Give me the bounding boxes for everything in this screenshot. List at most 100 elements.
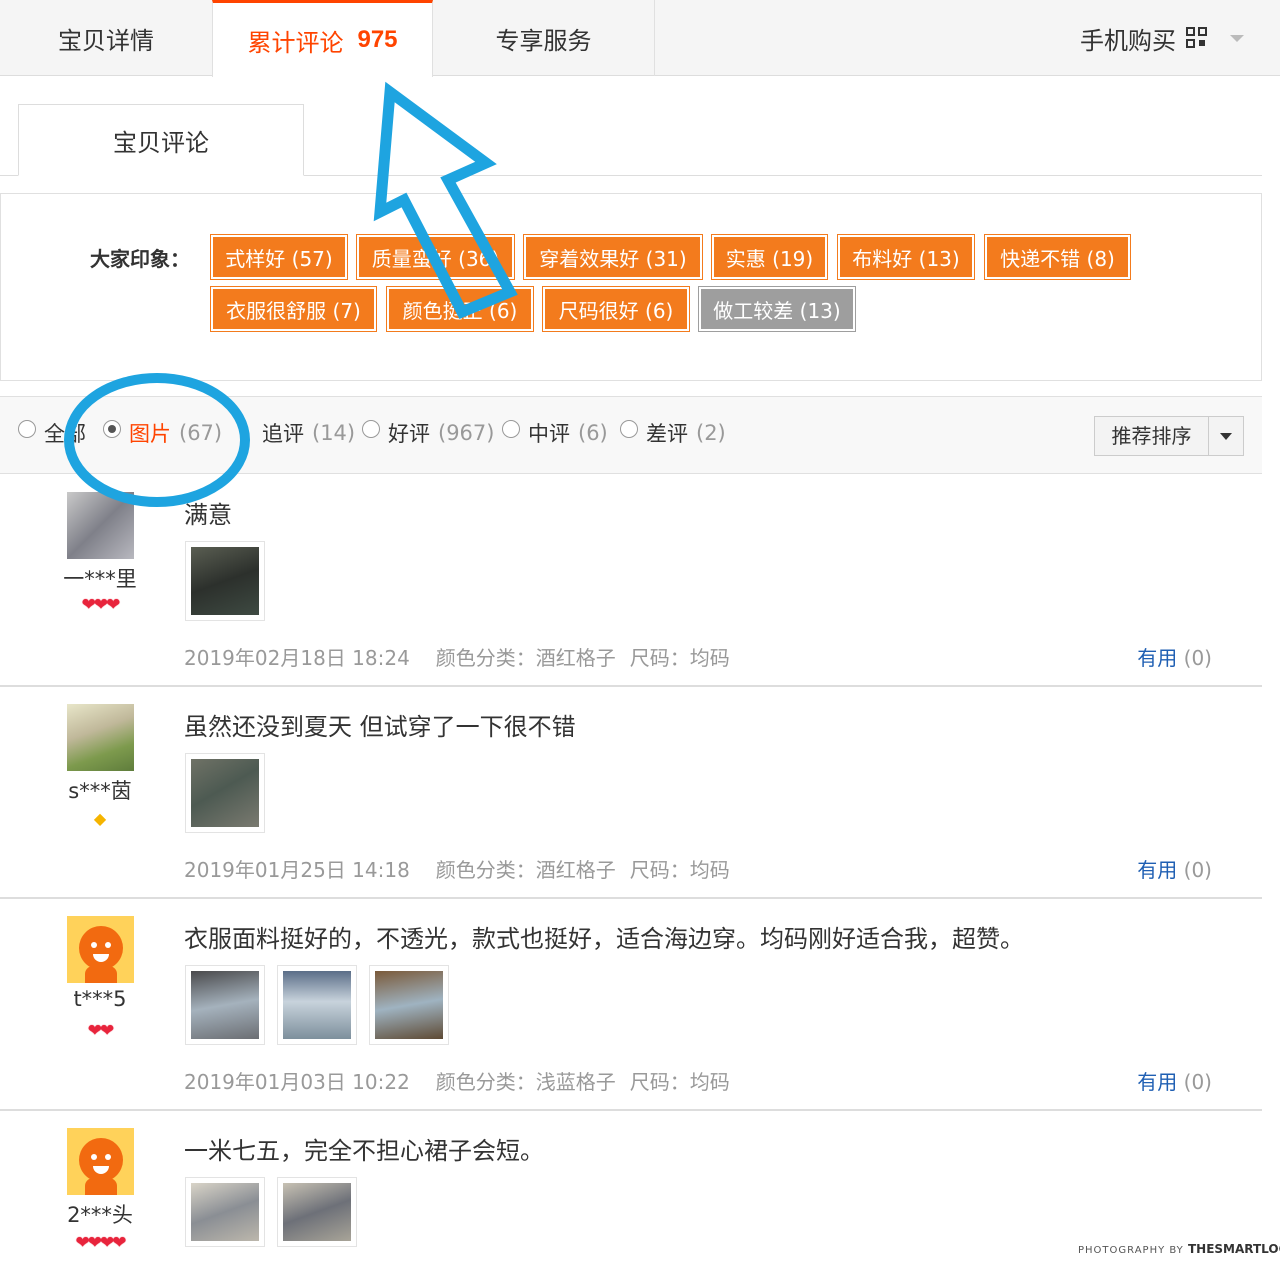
avatar[interactable] — [67, 916, 134, 983]
sort-label: 推荐排序 — [1095, 417, 1209, 455]
filter-followup-count: (14) — [312, 421, 356, 445]
chevron-down-icon — [1230, 34, 1244, 42]
review-text: 满意 — [184, 501, 232, 529]
heart-level-icon: ❤❤❤ — [81, 595, 121, 615]
impression-tag[interactable]: 颜色挺正 (6) — [386, 286, 534, 332]
useful-count: (0) — [1183, 646, 1212, 670]
review-photo-thumb[interactable] — [185, 541, 265, 621]
top-tab-bar: 宝贝详情 累计评论 975 专享服务 手机购买 — [0, 0, 1280, 77]
filter-neutral[interactable]: 中评 (6) — [502, 418, 608, 448]
sort-dropdown[interactable]: 推荐排序 — [1094, 416, 1244, 456]
impression-tag[interactable]: 实惠 (19) — [711, 234, 828, 280]
review-meta: 2019年01月03日 10:22 颜色分类：浅蓝格子 尺码：均码 — [184, 1066, 756, 1095]
review-photos — [185, 965, 449, 1045]
review-item: t***5 ❤❤ 衣服面料挺好的，不透光，款式也挺好，适合海边穿。均码刚好适合我… — [0, 899, 1262, 1111]
filter-bad[interactable]: 差评 (2) — [620, 418, 726, 448]
reviewer-name: 2***头 — [67, 1203, 133, 1227]
avatar[interactable] — [67, 1128, 134, 1195]
review-meta: 2019年02月18日 18:24 颜色分类：酒红格子 尺码：均码 — [184, 642, 756, 671]
filter-followup[interactable]: 追评 (14) — [236, 418, 355, 448]
radio-selected-icon — [103, 420, 121, 438]
useful-link[interactable]: 有用 — [1137, 646, 1177, 670]
filter-bad-label: 差评 — [646, 422, 688, 446]
filter-neutral-label: 中评 — [528, 422, 570, 446]
filter-pictures-count: (67) — [179, 421, 223, 445]
filter-neutral-count: (6) — [578, 421, 608, 445]
useful-count: (0) — [1183, 858, 1212, 882]
review-size-option: 尺码：均码 — [629, 1070, 730, 1094]
impression-tag[interactable]: 式样好 (57) — [210, 234, 348, 280]
avatar[interactable] — [67, 492, 134, 559]
radio-icon — [502, 420, 520, 438]
radio-icon — [362, 420, 380, 438]
review-photo-thumb[interactable] — [369, 965, 449, 1045]
radio-icon — [18, 420, 36, 438]
tab-details-label: 宝贝详情 — [58, 26, 154, 55]
review-size-option: 尺码：均码 — [629, 646, 730, 670]
review-date: 2019年01月25日 14:18 — [184, 858, 410, 882]
impression-tag[interactable]: 质量蛮好 (36) — [356, 234, 515, 280]
review-photos — [185, 753, 265, 833]
tab-product-reviews[interactable]: 宝贝评论 — [18, 104, 304, 176]
mobile-purchase[interactable]: 手机购买 — [1080, 0, 1244, 76]
review-color-option: 颜色分类：浅蓝格子 — [435, 1070, 616, 1094]
review-text: 一米七五，完全不担心裙子会短。 — [184, 1137, 544, 1165]
review-item: 2***头 ❤❤❤❤ 一米七五，完全不担心裙子会短。 — [0, 1111, 1262, 1261]
tab-reviews-label: 累计评论 — [247, 28, 344, 57]
watermark-brand: THESMARTLOCAL — [1187, 1242, 1280, 1256]
radio-icon — [620, 420, 638, 438]
tab-reviews[interactable]: 累计评论 975 — [212, 0, 433, 77]
impression-tag[interactable]: 衣服很舒服 (7) — [210, 286, 377, 332]
subtab-label: 宝贝评论 — [113, 128, 209, 157]
useful-vote: 有用 (0) — [1137, 1066, 1212, 1095]
review-size-option: 尺码：均码 — [629, 858, 730, 882]
review-color-option: 颜色分类：酒红格子 — [435, 858, 616, 882]
review-photo-thumb[interactable] — [185, 753, 265, 833]
reviewer-name: s***茵 — [68, 779, 132, 803]
filter-all-label: 全部 — [44, 422, 86, 446]
review-photo-thumb[interactable] — [185, 1177, 265, 1247]
filter-all[interactable]: 全部 — [18, 418, 86, 448]
review-photo-thumb[interactable] — [277, 965, 357, 1045]
diamond-level-icon: ◆ — [93, 809, 107, 828]
review-photos — [185, 1177, 357, 1247]
filter-bad-count: (2) — [696, 421, 726, 445]
filter-followup-label: 追评 — [262, 422, 304, 446]
tab-service-label: 专享服务 — [495, 26, 592, 55]
review-photo-thumb[interactable] — [277, 1177, 357, 1247]
useful-vote: 有用 (0) — [1137, 642, 1212, 671]
review-count: 975 — [357, 26, 398, 53]
impression-tag[interactable]: 尺码很好 (6) — [542, 286, 690, 332]
impression-tag[interactable]: 快递不错 (8) — [984, 234, 1131, 280]
useful-link[interactable]: 有用 — [1137, 1070, 1177, 1094]
reviewer-name: 一***里 — [63, 567, 137, 591]
useful-link[interactable]: 有用 — [1137, 858, 1177, 882]
qr-code-icon — [1186, 27, 1208, 49]
impression-tag[interactable]: 穿着效果好 (31) — [523, 234, 703, 280]
review-text: 衣服面料挺好的，不透光，款式也挺好，适合海边穿。均码刚好适合我，超赞。 — [184, 925, 1024, 953]
review-date: 2019年01月03日 10:22 — [184, 1070, 410, 1094]
review-color-option: 颜色分类：酒红格子 — [435, 646, 616, 670]
filter-pictures[interactable]: 图片 (67) — [103, 418, 222, 448]
avatar[interactable] — [67, 704, 134, 771]
impression-tag[interactable]: 布料好 (13) — [837, 234, 975, 280]
review-photo-thumb[interactable] — [185, 965, 265, 1045]
heart-level-icon: ❤❤❤❤ — [75, 1233, 127, 1253]
filter-good-label: 好评 — [388, 422, 430, 446]
tab-item-details[interactable]: 宝贝详情 — [0, 0, 213, 76]
review-item: s***茵 ◆ 虽然还没到夏天 但试穿了一下很不错 2019年01月25日 14… — [0, 687, 1262, 899]
review-photos — [185, 541, 265, 621]
impression-tag-negative[interactable]: 做工较差 (13) — [698, 286, 856, 332]
filter-good[interactable]: 好评 (967) — [362, 418, 494, 448]
review-meta: 2019年01月25日 14:18 颜色分类：酒红格子 尺码：均码 — [184, 854, 756, 883]
useful-count: (0) — [1183, 1070, 1212, 1094]
filter-pictures-label: 图片 — [129, 422, 171, 446]
useful-vote: 有用 (0) — [1137, 854, 1212, 883]
review-item: 一***里 ❤❤❤ 满意 2019年02月18日 18:24 颜色分类：酒红格子尺… — [0, 475, 1262, 687]
watermark: PHOTOGRAPHY BY THESMARTLOCAL — [1078, 1242, 1280, 1256]
tab-service[interactable]: 专享服务 — [433, 0, 655, 76]
dropdown-arrow-icon[interactable] — [1209, 432, 1243, 440]
filter-good-count: (967) — [438, 421, 495, 445]
watermark-prefix: PHOTOGRAPHY BY — [1078, 1245, 1184, 1256]
review-date: 2019年02月18日 18:24 — [184, 646, 410, 670]
